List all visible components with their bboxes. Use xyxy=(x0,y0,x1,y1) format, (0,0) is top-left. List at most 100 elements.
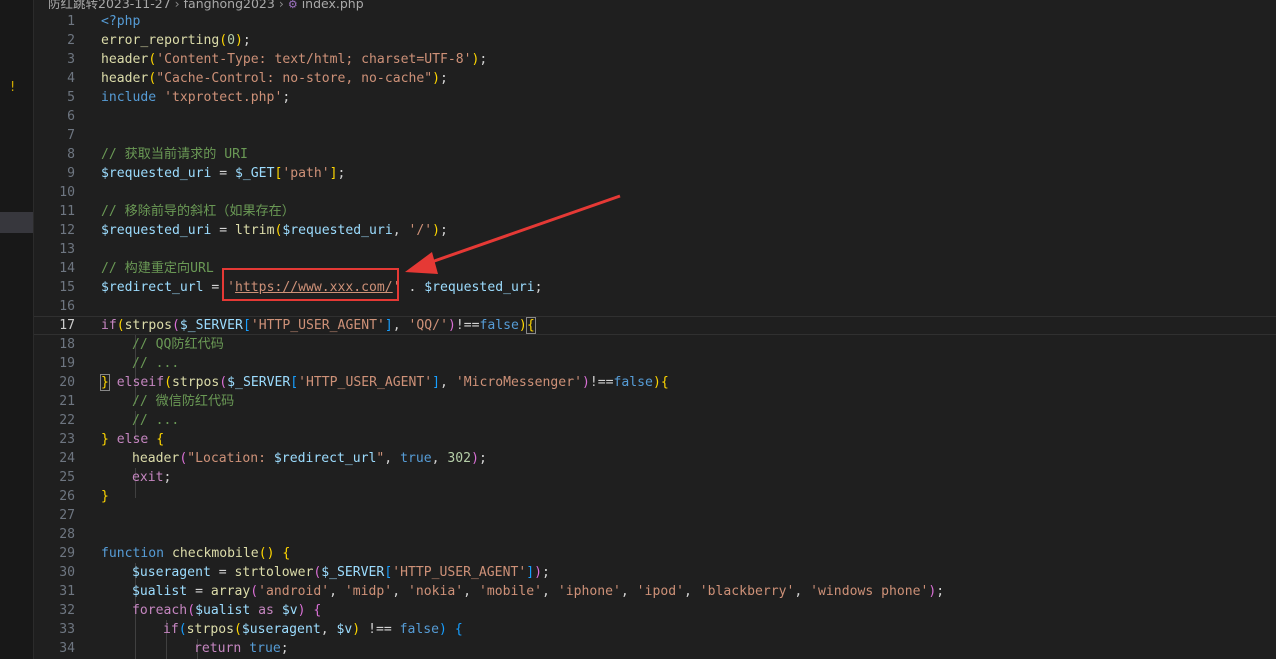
line-number: 14 xyxy=(59,261,75,276)
bracket-match: } xyxy=(100,374,110,391)
activity-bar: ! xyxy=(0,0,34,659)
breadcrumb-folder[interactable]: 防红跳转2023-11-27 xyxy=(48,0,171,11)
code-line: 32 foreach($ualist as $v) { xyxy=(34,601,1276,620)
code-token: ; xyxy=(282,90,291,105)
code-token: if xyxy=(101,318,117,333)
line-number: 1 xyxy=(67,14,75,29)
line-number: 15 xyxy=(59,280,75,295)
code-token: ] xyxy=(384,318,393,333)
code-token: ; xyxy=(440,71,448,86)
line-number: 13 xyxy=(59,242,75,257)
code-token: ) xyxy=(352,622,369,637)
code-token: ; xyxy=(542,565,550,580)
code-token: ; xyxy=(936,584,945,599)
code-token: $ualist xyxy=(195,603,251,618)
code-token: ; xyxy=(479,52,488,67)
code-token: 'iphone' xyxy=(557,584,621,599)
code-token: ) xyxy=(581,375,590,390)
code-token: array xyxy=(210,584,251,599)
code-token: , xyxy=(620,584,637,599)
breadcrumb-subfolder[interactable]: fanghong2023 xyxy=(184,0,275,11)
code-token: = xyxy=(211,223,236,238)
code-line: 26} xyxy=(34,487,1276,506)
line-number: 5 xyxy=(67,90,75,105)
code-line: 23} else { xyxy=(34,430,1276,449)
code-token: 'QQ/' xyxy=(408,318,448,333)
code-comment: // ... xyxy=(132,413,180,428)
code-token: () xyxy=(258,546,283,561)
code-token: false xyxy=(613,375,653,390)
warning-icon[interactable]: ! xyxy=(10,80,15,95)
code-line: 34 return true; xyxy=(34,639,1276,658)
code-line: 11 // 移除前导的斜杠（如果存在） xyxy=(34,202,1276,221)
code-line: 31 $ualist = array('android', 'midp', 'no… xyxy=(34,582,1276,601)
line-number: 33 xyxy=(59,622,75,637)
activity-bar-selected-item[interactable] xyxy=(0,212,33,233)
code-token: 'blackberry' xyxy=(699,584,795,599)
code-token: , xyxy=(463,584,479,599)
code-token: $_SERVER xyxy=(227,375,291,390)
code-line: 2 error_reporting(0); xyxy=(34,31,1276,50)
chevron-right-icon: › xyxy=(278,0,284,11)
line-number: 3 xyxy=(67,52,75,67)
line-number: 30 xyxy=(59,565,75,580)
code-token: $_SERVER xyxy=(179,318,243,333)
code-line: 18 // QQ防红代码 xyxy=(34,335,1276,354)
code-token: else xyxy=(108,432,157,447)
line-number: 34 xyxy=(59,641,75,656)
code-token: ( xyxy=(233,622,242,637)
line-number: 10 xyxy=(59,185,75,200)
code-token: 'android' xyxy=(258,584,330,599)
code-line: 29 function checkmobile() { xyxy=(34,544,1276,563)
code-token: "Location: xyxy=(187,451,274,466)
code-token: , xyxy=(431,451,448,466)
code-line: 10 xyxy=(34,183,1276,202)
line-number: 16 xyxy=(59,299,75,314)
code-token: $requested_uri xyxy=(101,166,212,181)
code-token: $redirect_url xyxy=(101,280,204,295)
code-line: 7 xyxy=(34,126,1276,145)
code-token: , xyxy=(794,584,811,599)
code-token: $v xyxy=(281,603,298,618)
code-token: elseif xyxy=(108,375,165,390)
code-token: if xyxy=(163,622,179,637)
line-number: 22 xyxy=(59,413,75,428)
code-token: 'windows phone' xyxy=(810,584,929,599)
code-token: 'Content-Type: text/html; charset=UTF-8' xyxy=(156,52,472,67)
code-token: header xyxy=(101,52,149,67)
code-token: exit xyxy=(132,470,164,485)
line-number: 32 xyxy=(59,603,75,618)
code-token: = xyxy=(210,565,235,580)
code-token: ) xyxy=(297,603,314,618)
code-token: ) xyxy=(652,375,661,390)
code-token: , xyxy=(683,584,700,599)
line-number: 19 xyxy=(59,356,75,371)
code-token: ] xyxy=(432,375,441,390)
code-line: 6 xyxy=(34,107,1276,126)
code-token: 'HTTP_USER_AGENT' xyxy=(298,375,433,390)
code-token: , xyxy=(392,584,408,599)
code-token: strpos xyxy=(171,375,220,390)
code-token: , xyxy=(392,223,409,238)
code-line: 19 // ... xyxy=(34,354,1276,373)
code-token: ) xyxy=(518,318,527,333)
code-token: strtolower xyxy=(234,565,314,580)
code-editor[interactable]: 1 <?php 2 error_reporting(0); 3 header('Con… xyxy=(34,12,1276,659)
line-number: 17 xyxy=(59,318,75,333)
code-token: , xyxy=(320,622,337,637)
code-token: ( xyxy=(171,318,180,333)
code-token: } xyxy=(101,489,109,504)
breadcrumb-file[interactable]: index.php xyxy=(302,0,364,11)
line-number: 29 xyxy=(59,546,75,561)
code-token: strpos xyxy=(186,622,234,637)
code-token: $ualist xyxy=(132,584,188,599)
line-number: 20 xyxy=(59,375,75,390)
code-token: return xyxy=(194,641,242,656)
code-token: ltrim xyxy=(235,223,275,238)
line-number: 7 xyxy=(67,128,75,143)
code-token: 'nokia' xyxy=(407,584,464,599)
code-token: checkmobile xyxy=(164,546,259,561)
code-token: . xyxy=(400,280,425,295)
code-line-current: 17 if(strpos($_SERVER['HTTP_USER_AGENT'],… xyxy=(34,316,1276,335)
line-number: 25 xyxy=(59,470,75,485)
